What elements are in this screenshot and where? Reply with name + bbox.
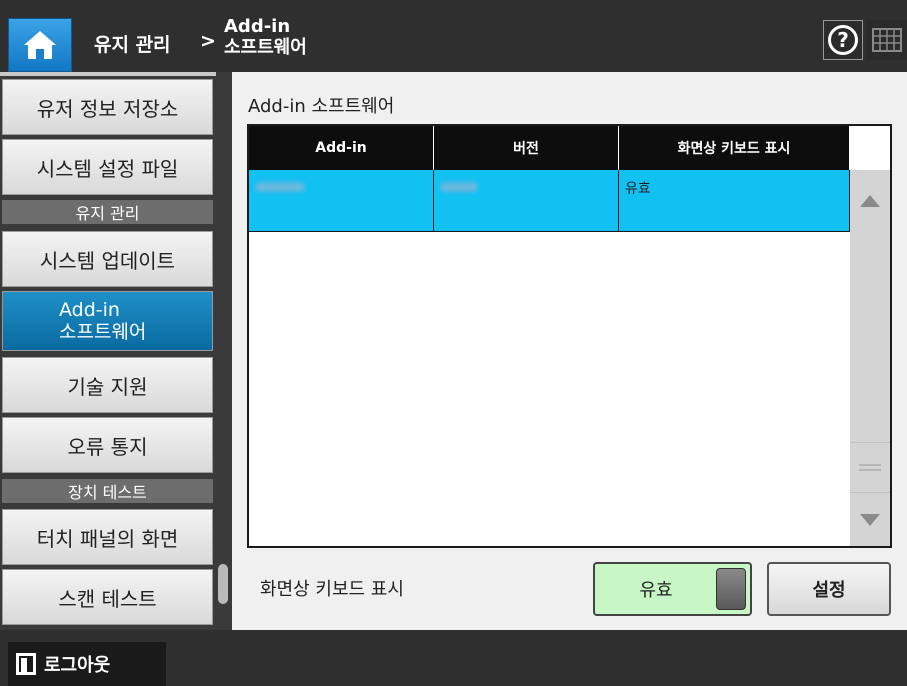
app-window: 유지 관리 > Add-in 소프트웨어 ? 유저 정보 저장소 시스템 설정 … [0,0,907,686]
breadcrumb-current: Add-in 소프트웨어 [224,16,307,58]
panel-title: Add-in 소프트웨어 [248,96,395,117]
help-button[interactable]: ? [823,20,863,60]
footer-bar: 로그아웃 [0,630,907,686]
breadcrumb-separator: > [200,30,216,52]
column-header-version: 버전 [434,126,619,170]
breadcrumb-parent[interactable]: 유지 관리 [94,30,171,57]
table-scrollbar [850,170,890,546]
sidebar-item-label: 터치 패널의 화면 [36,526,179,551]
cell-keyboard-display: 유효 [619,170,850,232]
sidebar-section-device-test: 장치 테스트 [2,479,213,503]
sidebar-item-label: 스캔 테스트 [58,586,157,611]
toggle-value: 유효 [639,580,673,601]
sidebar-item-label: 시스템 업데이트 [39,248,176,273]
redacted-text [255,182,305,192]
sidebar-item-label-line1: Add-in [59,299,120,321]
sidebar-item-system-config-file[interactable]: 시스템 설정 파일 [2,139,213,195]
home-button[interactable] [8,18,72,72]
cell-version [434,170,619,232]
apply-button[interactable]: 설정 [767,562,891,616]
keyboard-setting-label: 화면상 키보드 표시 [260,579,404,600]
addin-table: Add-in 버전 화면상 키보드 표시 유효 [247,124,892,548]
sidebar-item-error-notification[interactable]: 오류 통지 [2,417,213,473]
help-icon: ? [828,25,858,55]
sidebar-item-label: 시스템 설정 파일 [36,156,179,181]
sidebar-item-label: 오류 통지 [67,434,148,459]
redacted-text [440,182,478,192]
sidebar-scrollbar[interactable] [218,564,228,604]
scroll-down-button[interactable] [850,492,890,546]
sidebar-item-tech-support[interactable]: 기술 지원 [2,357,213,413]
sidebar-item-label-line2: 소프트웨어 [59,321,147,343]
sidebar-item-system-update[interactable]: 시스템 업데이트 [2,231,213,287]
sidebar-item-label: 기술 지원 [67,374,148,399]
breadcrumb-current-line2: 소프트웨어 [224,37,307,58]
scroll-up-button[interactable] [850,170,890,232]
triangle-up-icon [860,195,880,207]
grip-icon [859,463,881,471]
sidebar-item-touch-panel-screen[interactable]: 터치 패널의 화면 [2,509,213,565]
sidebar-section-label: 유지 관리 [75,204,140,223]
scroll-grip[interactable] [850,442,890,492]
logout-label: 로그아웃 [44,655,111,676]
sidebar-section-label: 장치 테스트 [68,483,147,502]
table-header: Add-in 버전 화면상 키보드 표시 [249,126,850,170]
keyboard-icon [871,28,902,52]
column-header-addin: Add-in [249,126,434,170]
toggle-knob[interactable] [716,568,746,610]
main-panel: Add-in 소프트웨어 Add-in 버전 화면상 키보드 표시 유효 화면상… [232,72,907,630]
breadcrumb-current-line1: Add-in [224,16,291,37]
header-bar: 유지 관리 > Add-in 소프트웨어 ? [0,0,907,72]
sidebar-item-label: 유저 정보 저장소 [36,96,179,121]
keyboard-button[interactable] [866,20,907,60]
sidebar-section-maintenance: 유지 관리 [2,200,213,224]
sidebar-item-user-info-store[interactable]: 유저 정보 저장소 [2,79,213,135]
triangle-down-icon [860,513,880,526]
sidebar-item-addin-software[interactable]: Add-in 소프트웨어 [2,291,213,351]
keyboard-display-toggle[interactable]: 유효 [593,562,752,616]
column-header-keyboard-display: 화면상 키보드 표시 [619,126,850,170]
table-row[interactable]: 유효 [249,170,850,232]
logout-button[interactable]: 로그아웃 [8,642,166,686]
sidebar-clipped-section [0,72,216,76]
sidebar-item-scan-test[interactable]: 스캔 테스트 [2,569,213,625]
home-icon [24,31,56,59]
cell-addin [249,170,434,232]
logout-icon [16,653,36,675]
